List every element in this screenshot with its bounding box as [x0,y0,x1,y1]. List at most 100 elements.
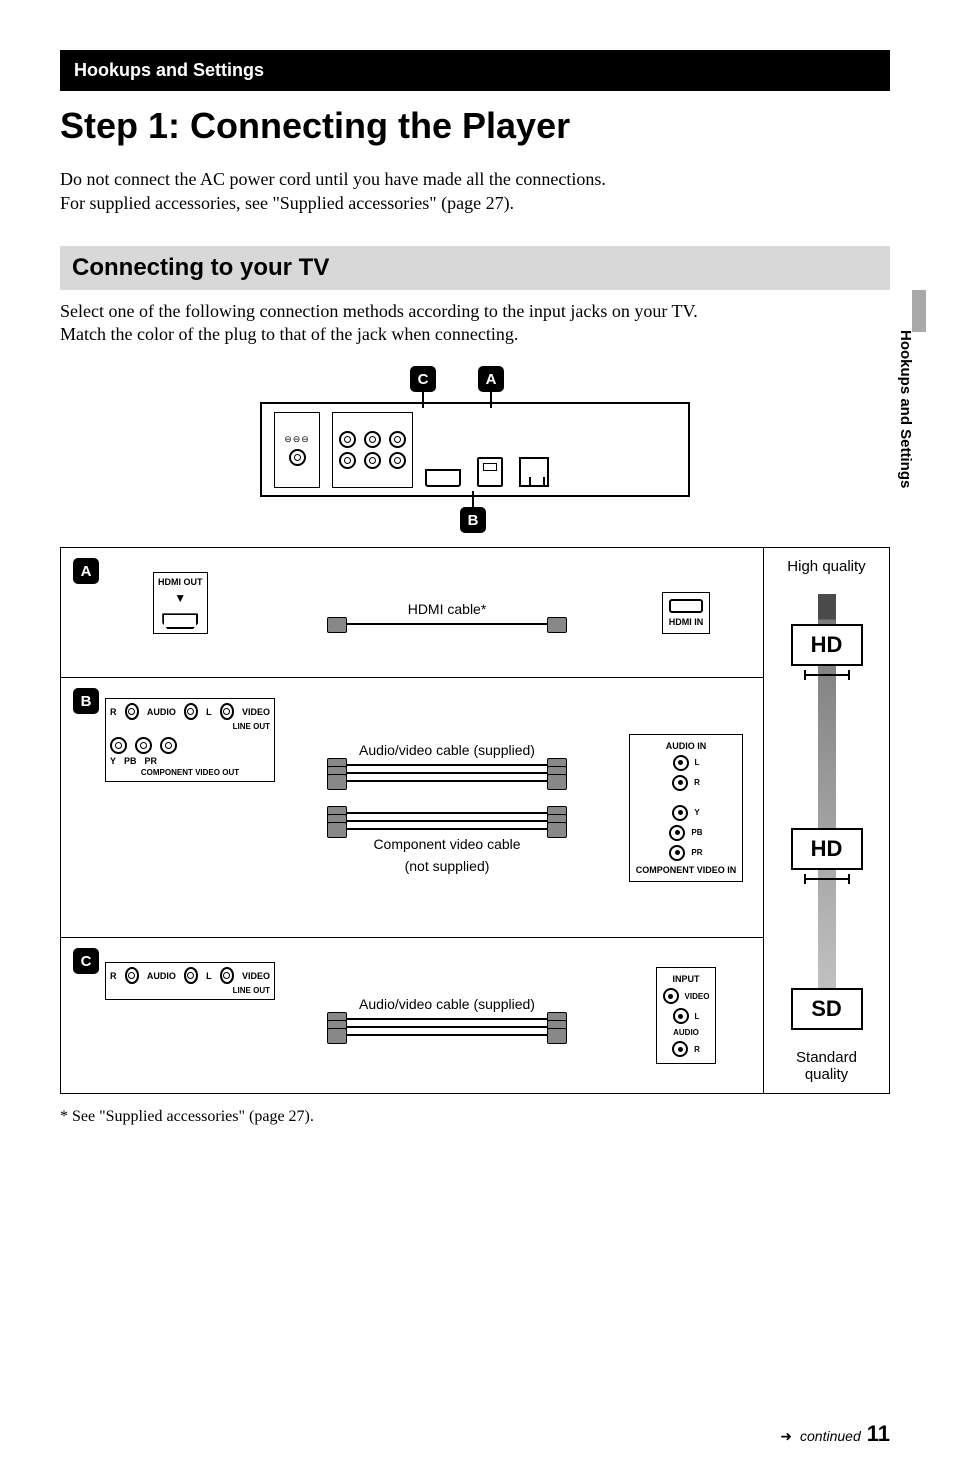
dst-hdmi-in-panel: HDMI IN [662,592,711,634]
label-l: L [206,707,212,717]
intro-paragraph: Do not connect the AC power cord until y… [60,167,890,216]
player-body: ⊖⊖⊖ [260,402,690,497]
hdmi-cable-icon [347,623,547,625]
audio-in-label: AUDIO IN [666,741,707,751]
label-audio: AUDIO [147,707,176,717]
intro-line-1: Do not connect the AC power cord until y… [60,169,606,189]
jack-icon [135,737,152,754]
port-ring-icon [389,452,406,469]
sub-intro-line-1: Select one of the following connection m… [60,301,698,321]
src-av-panel: R AUDIO L VIDEO LINE OUT [105,962,275,1000]
method-row-b: B R AUDIO L VIDEO LINE OUT [61,678,763,938]
label-pb: PB [691,828,702,837]
src-hdmi-out-panel: HDMI OUT ▼ [153,572,208,634]
jack-icon [160,737,177,754]
hdmi-cable-label: HDMI cable* [408,601,487,617]
port-ring-icon [389,431,406,448]
side-tab-text: Hookups and Settings [897,330,914,488]
jack-icon [125,967,139,984]
sub-intro-paragraph: Select one of the following connection m… [60,300,890,347]
port-ring-icon [289,449,306,466]
intro-line-2: For supplied accessories, see "Supplied … [60,193,514,213]
row-badge-a: A [73,558,99,584]
panel-av [332,412,413,488]
page-footer: continued 11 [780,1421,890,1447]
component-cable-label-1: Component video cable [373,836,520,852]
label-video: VIDEO [685,992,710,1001]
section-header-bar: Hookups and Settings [60,50,890,91]
label-pr: PR [691,848,702,857]
method-row-a: A HDMI OUT ▼ HDMI cable* HDMI IN [61,548,763,678]
sub-intro-line-2: Match the color of the plug to that of t… [60,324,518,344]
hdmi-in-label: HDMI IN [669,617,704,627]
jack-icon [669,825,685,841]
page-number: 11 [867,1421,890,1447]
lan-slot-icon [519,457,549,487]
indicator-dots: ⊖⊖⊖ [284,434,310,445]
label-l: L [695,1012,700,1021]
callout-a: A [478,366,504,392]
label-l: L [206,971,212,981]
jack-icon [220,703,234,720]
hd-badge: HD [791,828,863,870]
side-tab-stub [912,290,926,332]
component-in-label: COMPONENT VIDEO IN [636,865,737,875]
label-y: Y [110,756,116,766]
hdmi-slot-icon [425,469,461,487]
connection-methods-table: A HDMI OUT ▼ HDMI cable* HDMI IN [60,547,890,1094]
hd-badge: HD [791,624,863,666]
side-tab: Hookups and Settings [886,290,908,500]
row-badge-b: B [73,688,99,714]
label-pb: PB [124,756,137,766]
callout-c: C [410,366,436,392]
jack-icon [184,703,198,720]
av-cable-bundle-icon [347,764,547,782]
component-cable-label-2: (not supplied) [405,858,490,874]
label-y: Y [694,808,699,817]
jack-icon [672,1041,688,1057]
usb-slot-icon [477,457,503,487]
jack-icon [110,737,127,754]
hdmi-out-label: HDMI OUT [158,577,203,587]
jack-icon [672,805,688,821]
quality-column: High quality HD HD SD Standard quality [763,548,889,1093]
label-line-out: LINE OUT [110,722,270,731]
jack-icon [673,1008,689,1024]
standard-label-1: Standard [796,1049,857,1066]
jack-icon [220,967,234,984]
jack-icon [663,988,679,1004]
port-ring-icon [339,431,356,448]
jack-icon [673,755,689,771]
callout-b-line [472,491,474,507]
label-r: R [694,778,700,787]
hdmi-plug-icon [162,613,198,629]
hdmi-in-slot-icon [669,599,703,613]
label-r: R [694,1045,700,1054]
label-audio: AUDIO [673,1028,699,1037]
dst-input-panel: INPUT VIDEO L AUDIO R [656,967,717,1064]
tick-mark [804,674,850,676]
continued-label: continued [800,1428,861,1444]
label-audio: AUDIO [147,971,176,981]
label-r: R [110,971,117,981]
label-line-out: LINE OUT [110,986,270,995]
label-component-out: COMPONENT VIDEO OUT [110,768,270,777]
row-badge-c: C [73,948,99,974]
panel-left: ⊖⊖⊖ [274,412,320,488]
jack-icon [125,703,139,720]
component-cable-bundle-icon [347,812,547,830]
label-l: L [695,758,700,767]
av-cable-label: Audio/video cable (supplied) [359,996,535,1012]
method-row-c: C R AUDIO L VIDEO LINE OUT Audio/video c… [61,938,763,1093]
label-video: VIDEO [242,971,270,981]
footnote: * See "Supplied accessories" (page 27). [60,1108,890,1126]
jack-icon [184,967,198,984]
av-cable-label: Audio/video cable (supplied) [359,742,535,758]
jack-icon [669,845,685,861]
sub-heading-bar: Connecting to your TV [60,246,890,290]
label-r: R [110,707,117,717]
player-rear-diagram: C A ⊖⊖⊖ [60,366,890,533]
label-pr: PR [145,756,158,766]
sd-badge: SD [791,988,863,1030]
av-cable-bundle-icon [347,1018,547,1036]
